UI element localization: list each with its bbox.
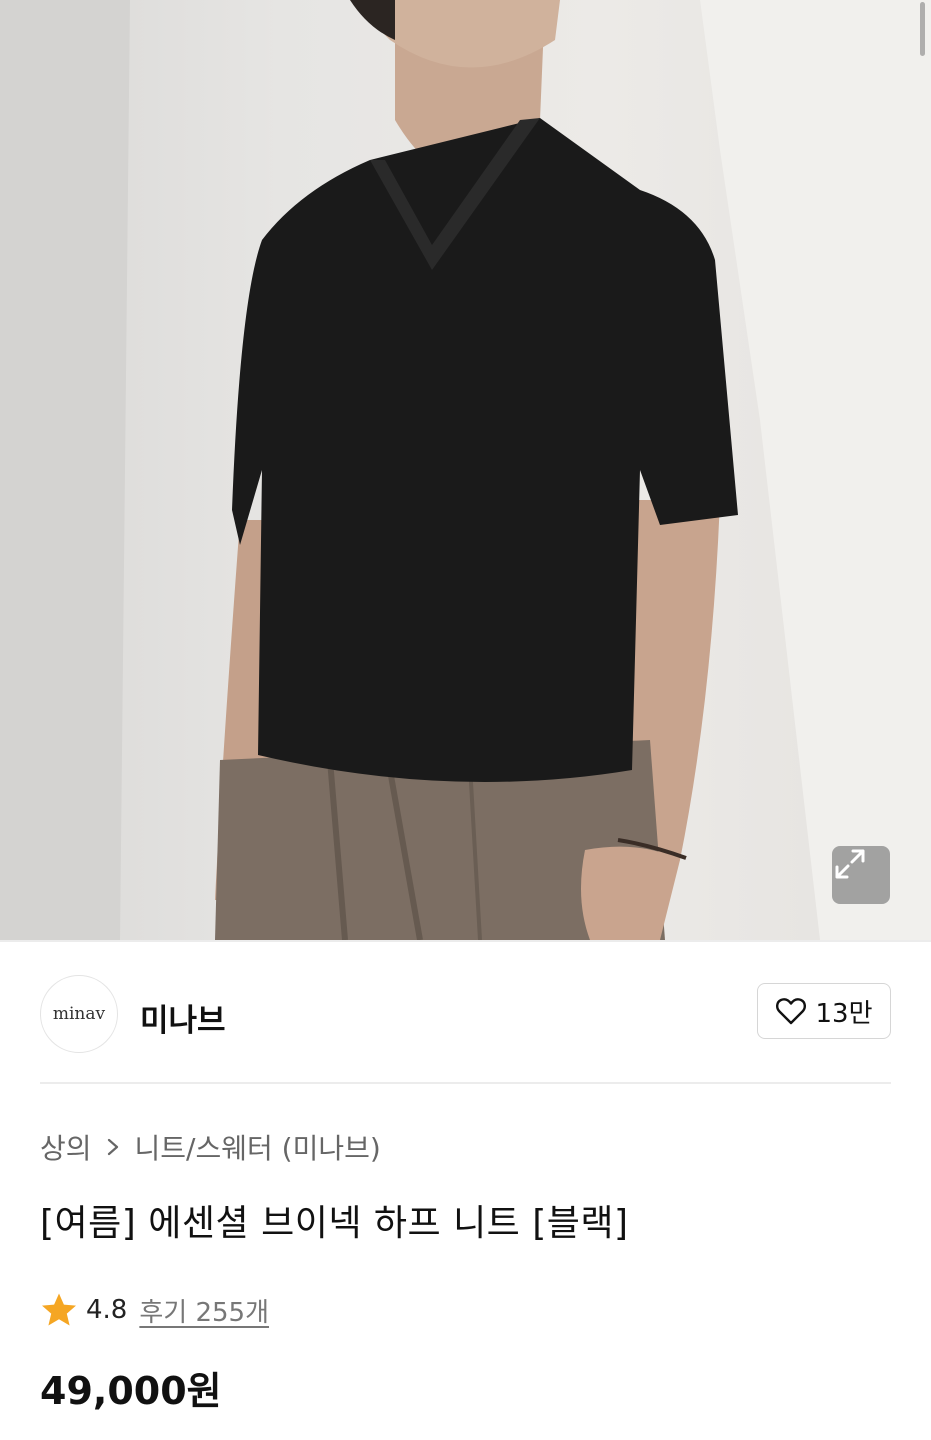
brand-logo[interactable]: minav [40, 975, 118, 1053]
section-divider [40, 1082, 891, 1084]
product-photo-illustration [0, 0, 931, 940]
breadcrumb-subcategory[interactable]: 니트/스웨터 (미나브) [135, 1127, 381, 1167]
breadcrumb-category[interactable]: 상의 [40, 1127, 92, 1167]
section-divider [0, 940, 931, 942]
product-title: [여름] 에센셜 브이넥 하프 니트 [블랙] [40, 1203, 629, 1244]
star-icon [42, 1293, 76, 1326]
price: 49,000원 [40, 1369, 222, 1413]
like-button[interactable]: 13만 [757, 983, 891, 1039]
expand-image-button[interactable] [832, 846, 890, 904]
brand-row: minav 미나브 13만 [40, 975, 891, 1053]
like-count: 13만 [815, 998, 873, 1029]
expand-icon [835, 849, 865, 879]
chevron-right-icon [106, 1137, 120, 1157]
rating-row: 4.8 후기 255개 [40, 1290, 269, 1330]
review-count-link[interactable]: 후기 255개 [139, 1292, 269, 1329]
rating-value: 4.8 [86, 1295, 128, 1325]
breadcrumb: 상의 니트/스웨터 (미나브) [40, 1127, 381, 1167]
scrollbar-thumb[interactable] [920, 2, 925, 56]
heart-icon [776, 998, 807, 1025]
product-image[interactable] [0, 0, 931, 940]
brand-name[interactable]: 미나브 [140, 995, 226, 1040]
